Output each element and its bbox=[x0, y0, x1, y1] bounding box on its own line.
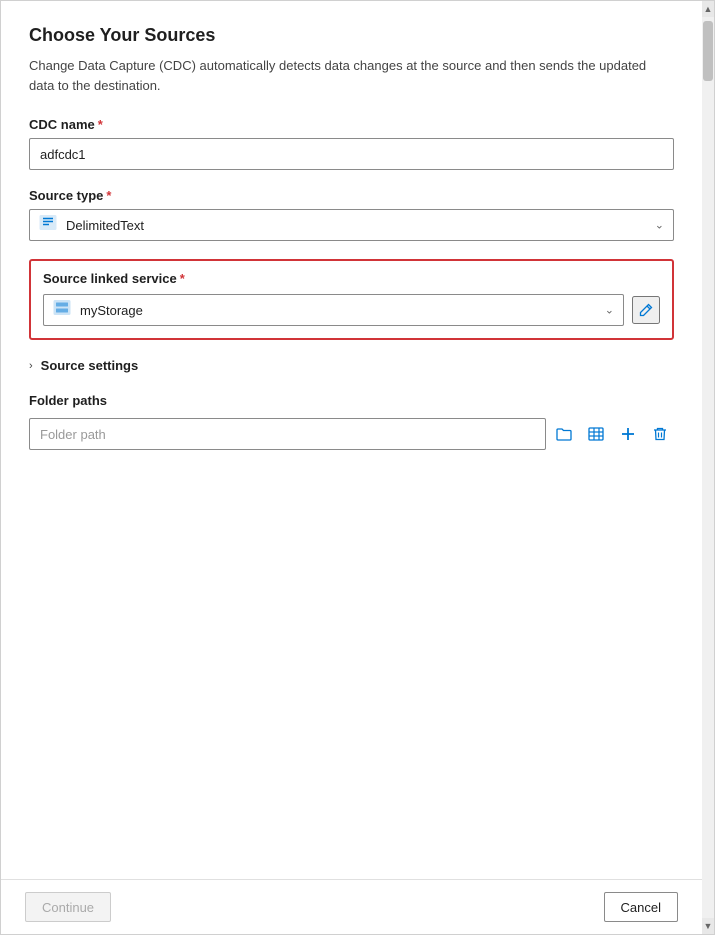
scrollbar[interactable]: ▲ ▼ bbox=[702, 1, 714, 934]
footer: Continue Cancel bbox=[1, 879, 702, 934]
dialog-container: ▲ ▼ Choose Your Sources Change Data Capt… bbox=[0, 0, 715, 935]
source-settings-chevron-icon: › bbox=[29, 360, 33, 372]
folder-path-row bbox=[29, 418, 674, 450]
delete-folder-path-button[interactable] bbox=[646, 420, 674, 448]
source-type-select[interactable]: DelimitedText CSV JSON bbox=[29, 209, 674, 241]
linked-service-select[interactable]: myStorage otherStorage bbox=[43, 294, 624, 326]
linked-service-select-wrapper: myStorage otherStorage ⌄ bbox=[43, 294, 624, 326]
source-linked-service-label: Source linked service * bbox=[43, 271, 660, 286]
source-settings-label: Source settings bbox=[41, 358, 139, 373]
folder-paths-title: Folder paths bbox=[29, 393, 674, 408]
source-type-group: Source type * DelimitedText CSV JSON bbox=[29, 188, 674, 241]
source-type-required: * bbox=[106, 188, 111, 203]
page-title: Choose Your Sources bbox=[29, 25, 674, 46]
continue-button[interactable]: Continue bbox=[25, 892, 111, 922]
scroll-down-arrow[interactable]: ▼ bbox=[702, 918, 714, 934]
add-folder-path-button[interactable] bbox=[614, 420, 642, 448]
folder-browse-button[interactable] bbox=[550, 420, 578, 448]
cdc-name-label: CDC name * bbox=[29, 117, 674, 132]
linked-service-row: myStorage otherStorage ⌄ bbox=[43, 294, 660, 326]
source-settings-row[interactable]: › Source settings bbox=[29, 358, 674, 373]
source-type-label: Source type * bbox=[29, 188, 674, 203]
cancel-button[interactable]: Cancel bbox=[604, 892, 678, 922]
folder-path-input[interactable] bbox=[29, 418, 546, 450]
edit-linked-service-button[interactable] bbox=[632, 296, 660, 324]
cdc-name-group: CDC name * bbox=[29, 117, 674, 170]
description: Change Data Capture (CDC) automatically … bbox=[29, 56, 674, 95]
table-select-button[interactable] bbox=[582, 420, 610, 448]
main-content: Choose Your Sources Change Data Capture … bbox=[1, 1, 702, 879]
cdc-name-input[interactable] bbox=[29, 138, 674, 170]
scroll-up-arrow[interactable]: ▲ bbox=[702, 1, 714, 17]
scrollbar-thumb[interactable] bbox=[703, 21, 713, 81]
source-linked-service-required: * bbox=[180, 271, 185, 286]
cdc-name-required: * bbox=[98, 117, 103, 132]
folder-paths-group: Folder paths bbox=[29, 393, 674, 450]
source-linked-service-section: Source linked service * myStorage otherS… bbox=[29, 259, 674, 340]
source-type-select-wrapper: DelimitedText CSV JSON ⌄ bbox=[29, 209, 674, 241]
